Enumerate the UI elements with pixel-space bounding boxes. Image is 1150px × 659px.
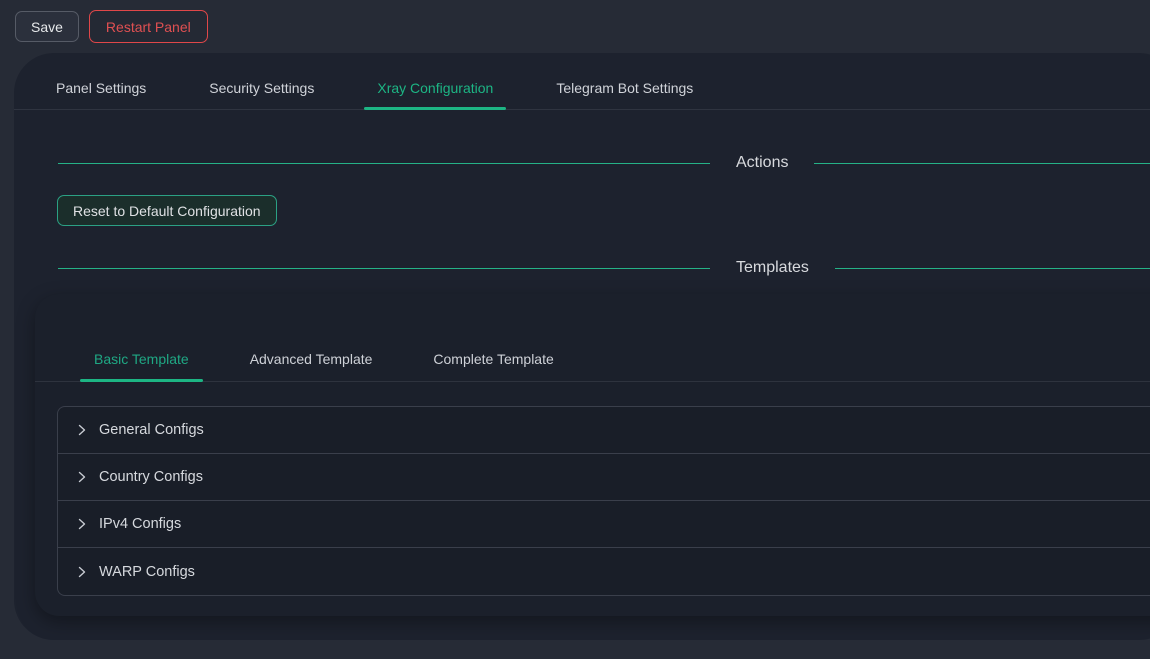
chevron-right-icon (76, 518, 88, 530)
divider-line (58, 163, 710, 164)
save-button[interactable]: Save (15, 11, 79, 42)
collapse-ipv4-configs[interactable]: IPv4 Configs (58, 501, 1150, 548)
chevron-right-icon (76, 424, 88, 436)
tab-security-settings[interactable]: Security Settings (196, 80, 327, 110)
tab-telegram-bot-settings[interactable]: Telegram Bot Settings (543, 80, 706, 110)
collapse-header-label: IPv4 Configs (99, 516, 181, 532)
collapse-warp-configs[interactable]: WARP Configs (58, 548, 1150, 595)
divider-line (835, 268, 1150, 269)
chevron-right-icon (76, 566, 88, 578)
config-collapse-list: General Configs Country Configs IPv4 Con… (57, 406, 1150, 596)
tab-panel-settings[interactable]: Panel Settings (43, 80, 159, 110)
restart-panel-button[interactable]: Restart Panel (89, 10, 208, 43)
top-toolbar: Save Restart Panel (0, 0, 1150, 53)
settings-tab-bar: Panel Settings Security Settings Xray Co… (14, 80, 1150, 110)
actions-divider-title: Actions (710, 154, 814, 172)
tab-xray-configuration[interactable]: Xray Configuration (364, 80, 506, 110)
reset-default-configuration-button[interactable]: Reset to Default Configuration (57, 195, 277, 226)
divider-line (58, 268, 710, 269)
templates-divider-title: Templates (710, 259, 835, 277)
tab-basic-template[interactable]: Basic Template (80, 351, 203, 382)
collapse-general-configs[interactable]: General Configs (58, 407, 1150, 454)
collapse-header-label: Country Configs (99, 469, 203, 485)
tab-advanced-template[interactable]: Advanced Template (236, 351, 387, 382)
templates-card: Basic Template Advanced Template Complet… (35, 294, 1150, 616)
actions-divider: Actions (14, 152, 1150, 174)
collapse-country-configs[interactable]: Country Configs (58, 454, 1150, 501)
template-tab-bar: Basic Template Advanced Template Complet… (35, 351, 1150, 382)
tab-complete-template[interactable]: Complete Template (419, 351, 567, 382)
divider-line (814, 163, 1150, 164)
settings-panel-card: Panel Settings Security Settings Xray Co… (14, 53, 1150, 640)
collapse-header-label: General Configs (99, 422, 204, 438)
collapse-header-label: WARP Configs (99, 564, 195, 580)
templates-divider: Templates (14, 257, 1150, 279)
chevron-right-icon (76, 471, 88, 483)
